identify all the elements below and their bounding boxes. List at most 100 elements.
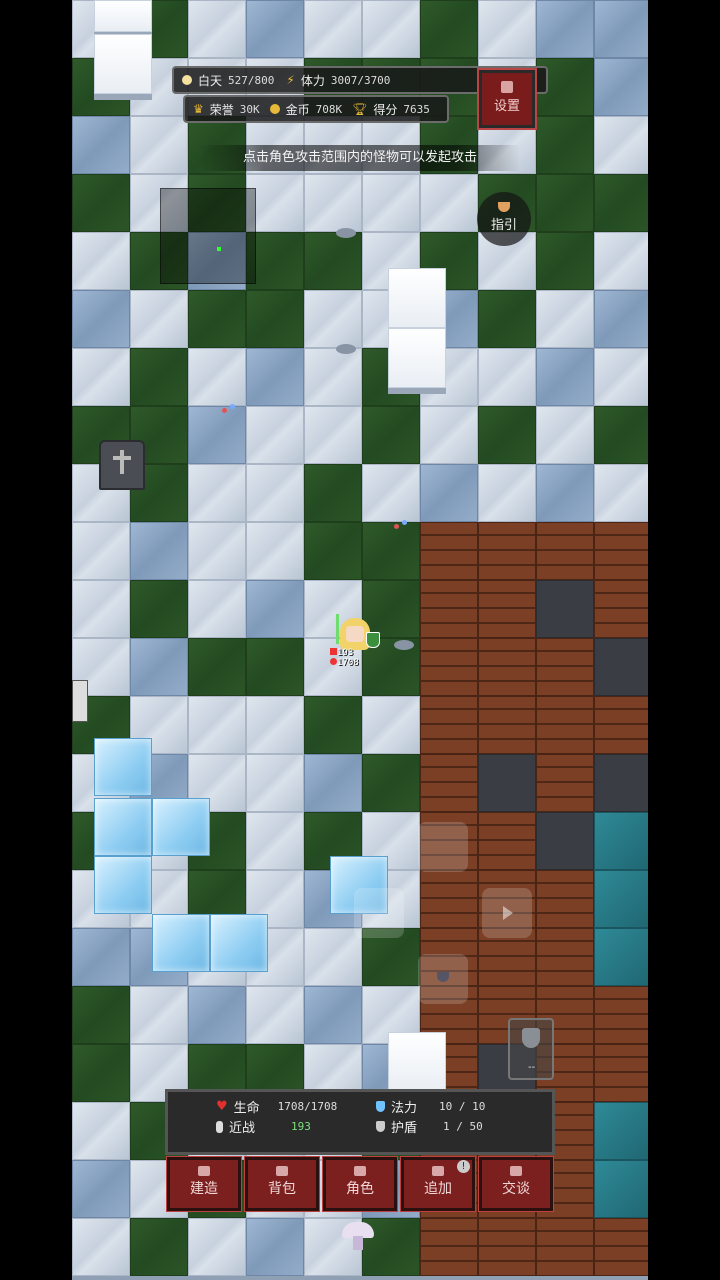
snow-block[interactable] [388, 1032, 446, 1092]
terrain-tile[interactable] [478, 464, 536, 522]
dpad-left-button[interactable] [354, 888, 404, 938]
terrain-tile[interactable] [246, 290, 304, 348]
terrain-tile[interactable] [420, 638, 478, 696]
terrain-tile[interactable] [420, 522, 478, 580]
terrain-tile[interactable] [478, 696, 536, 754]
terrain-tile[interactable] [536, 116, 594, 174]
terrain-tile[interactable] [304, 522, 362, 580]
terrain-tile[interactable] [188, 406, 246, 464]
terrain-tile[interactable] [362, 464, 420, 522]
terrain-tile[interactable] [536, 522, 594, 580]
terrain-tile[interactable] [594, 406, 648, 464]
terrain-tile[interactable] [304, 290, 362, 348]
terrain-tile[interactable] [72, 116, 130, 174]
terrain-tile[interactable] [536, 232, 594, 290]
terrain-tile[interactable] [246, 406, 304, 464]
terrain-tile[interactable] [478, 522, 536, 580]
tombstone-icon[interactable] [99, 440, 145, 490]
terrain-tile[interactable] [362, 406, 420, 464]
terrain-tile[interactable] [72, 522, 130, 580]
terrain-tile[interactable] [594, 522, 648, 580]
settings-button[interactable]: 设置 [477, 68, 537, 130]
terrain-tile[interactable] [536, 174, 594, 232]
terrain-tile[interactable] [188, 290, 246, 348]
terrain-tile[interactable] [420, 580, 478, 638]
terrain-tile[interactable] [420, 0, 478, 58]
terrain-tile[interactable] [304, 928, 362, 986]
terrain-tile[interactable] [536, 638, 594, 696]
game-map[interactable]: 193 1708 -- [72, 0, 648, 1280]
terrain-tile[interactable] [246, 812, 304, 870]
guide-button[interactable]: 指引 [477, 192, 531, 246]
terrain-tile[interactable] [304, 696, 362, 754]
snow-block[interactable] [388, 328, 446, 388]
terrain-tile[interactable] [362, 754, 420, 812]
terrain-tile[interactable] [536, 754, 594, 812]
terrain-tile[interactable] [130, 348, 188, 406]
terrain-tile[interactable] [536, 290, 594, 348]
terrain-tile[interactable] [594, 58, 648, 116]
terrain-tile[interactable] [594, 0, 648, 58]
ice-block[interactable] [210, 914, 268, 972]
terrain-tile[interactable] [594, 174, 648, 232]
terrain-tile[interactable] [246, 580, 304, 638]
terrain-tile[interactable] [188, 522, 246, 580]
terrain-tile[interactable] [130, 116, 188, 174]
terrain-tile[interactable] [362, 696, 420, 754]
terrain-tile[interactable] [594, 1218, 648, 1276]
terrain-tile[interactable] [72, 232, 130, 290]
terrain-tile[interactable] [188, 696, 246, 754]
terrain-tile[interactable] [420, 174, 478, 232]
terrain-tile[interactable] [362, 522, 420, 580]
ice-block[interactable] [94, 856, 152, 914]
terrain-tile[interactable] [594, 348, 648, 406]
ice-block[interactable] [94, 798, 152, 856]
append-button[interactable]: 追加 ! [400, 1156, 476, 1212]
terrain-tile[interactable] [594, 1044, 648, 1102]
terrain-tile[interactable] [594, 812, 648, 870]
terrain-tile[interactable] [304, 348, 362, 406]
ice-block[interactable] [152, 798, 210, 856]
terrain-tile[interactable] [420, 870, 478, 928]
terrain-tile[interactable] [72, 1218, 130, 1276]
terrain-tile[interactable] [478, 754, 536, 812]
terrain-tile[interactable] [72, 348, 130, 406]
terrain-tile[interactable] [130, 290, 188, 348]
terrain-tile[interactable] [188, 986, 246, 1044]
player-character[interactable]: 193 1708 [330, 614, 382, 672]
terrain-tile[interactable] [304, 986, 362, 1044]
ice-block[interactable] [152, 914, 210, 972]
terrain-tile[interactable] [304, 0, 362, 58]
terrain-tile[interactable] [130, 986, 188, 1044]
terrain-tile[interactable] [536, 870, 594, 928]
terrain-tile[interactable] [594, 696, 648, 754]
terrain-tile[interactable] [536, 812, 594, 870]
snow-block[interactable] [388, 268, 446, 328]
terrain-tile[interactable] [246, 0, 304, 58]
terrain-tile[interactable] [246, 696, 304, 754]
terrain-tile[interactable] [536, 464, 594, 522]
terrain-tile[interactable] [246, 348, 304, 406]
terrain-tile[interactable] [536, 348, 594, 406]
terrain-tile[interactable] [130, 522, 188, 580]
terrain-tile[interactable] [420, 696, 478, 754]
ice-block[interactable] [94, 738, 152, 796]
terrain-tile[interactable] [304, 464, 362, 522]
terrain-tile[interactable] [246, 522, 304, 580]
dpad-up-button[interactable] [418, 822, 468, 872]
terrain-tile[interactable] [72, 174, 130, 232]
terrain-tile[interactable] [594, 870, 648, 928]
terrain-tile[interactable] [478, 348, 536, 406]
dpad-down-button[interactable] [418, 954, 468, 1004]
terrain-tile[interactable] [72, 290, 130, 348]
snow-block[interactable] [94, 0, 152, 32]
talk-button[interactable]: 交谈 [478, 1156, 554, 1212]
terrain-tile[interactable] [594, 290, 648, 348]
terrain-tile[interactable] [304, 174, 362, 232]
terrain-tile[interactable] [304, 232, 362, 290]
terrain-tile[interactable] [420, 406, 478, 464]
snow-block[interactable] [94, 34, 152, 94]
terrain-tile[interactable] [478, 290, 536, 348]
terrain-tile[interactable] [594, 1102, 648, 1160]
terrain-tile[interactable] [594, 986, 648, 1044]
